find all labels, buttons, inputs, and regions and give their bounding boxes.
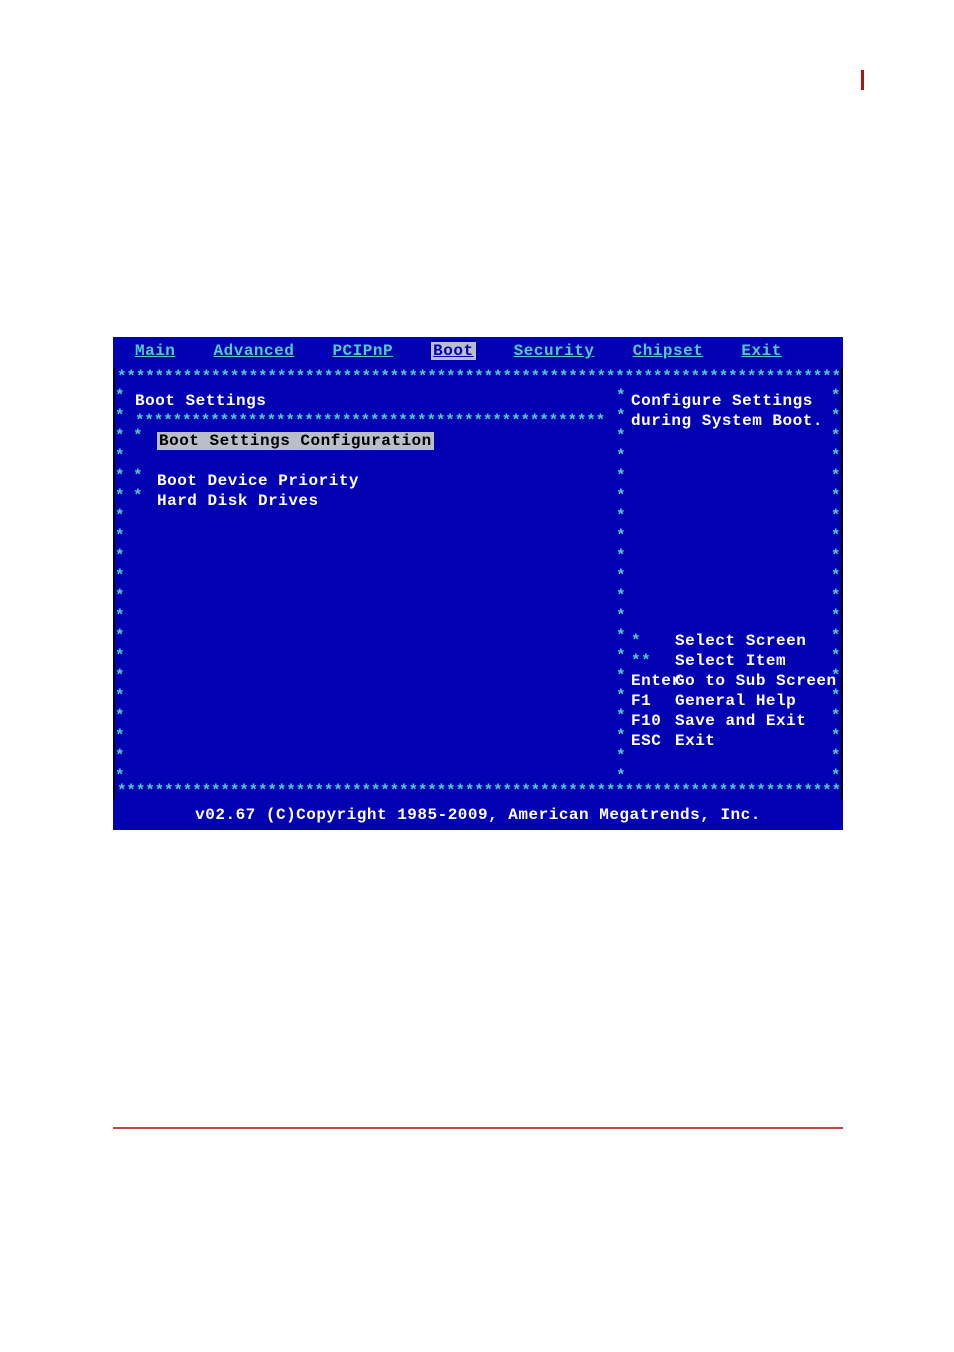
key-save-exit: Save and Exit <box>675 712 806 730</box>
menu-pcipnp[interactable]: PCIPnP <box>332 342 393 360</box>
border-stars-divider: ******************** <box>613 386 629 782</box>
menu-exit[interactable]: Exit <box>741 342 781 360</box>
key-general-help: General Help <box>675 692 796 710</box>
left-panel: ******************** *** Boot Settings *… <box>113 386 623 788</box>
menu-advanced[interactable]: Advanced <box>214 342 295 360</box>
page-divider <box>113 1127 843 1129</box>
key-esc: ESC <box>631 732 675 750</box>
key-f10: F10 <box>631 712 675 730</box>
panel-title-underline: ****************************************… <box>135 412 623 432</box>
border-stars-right: ******************** <box>831 386 841 788</box>
menu-boot[interactable]: Boot <box>431 342 475 360</box>
border-stars-inner: *** <box>133 426 143 500</box>
bios-body: ******************** *** Boot Settings *… <box>113 386 843 782</box>
bios-footer: v02.67 (C)Copyright 1985-2009, American … <box>113 800 843 830</box>
item-boot-device-priority[interactable]: Boot Device Priority <box>157 472 359 490</box>
copyright: v02.67 (C)Copyright 1985-2009, American … <box>195 806 761 824</box>
bios-menubar: Main Advanced PCIPnP Boot Security Chips… <box>113 337 843 368</box>
key-select-screen: Select Screen <box>675 632 806 650</box>
border-stars-top: ****************************************… <box>113 368 843 386</box>
key-arrows-h: * <box>631 632 675 650</box>
page: Main Advanced PCIPnP Boot Security Chips… <box>0 0 954 1352</box>
item-boot-settings-config[interactable]: Boot Settings Configuration <box>157 432 434 450</box>
key-exit: Exit <box>675 732 715 750</box>
menu-security[interactable]: Security <box>514 342 595 360</box>
right-panel: ******************** Configure Settings … <box>631 386 843 788</box>
key-f1: F1 <box>631 692 675 710</box>
menu-chipset[interactable]: Chipset <box>633 342 704 360</box>
menu-main[interactable]: Main <box>135 342 175 360</box>
text-caret <box>861 70 864 90</box>
bios-screen: Main Advanced PCIPnP Boot Security Chips… <box>113 337 843 824</box>
help-line-2: during System Boot. <box>631 412 823 430</box>
border-stars-left: ******************** <box>115 386 125 788</box>
help-line-1: Configure Settings <box>631 392 813 410</box>
key-sub-screen: Go to Sub Screen <box>675 672 837 690</box>
panel-title: Boot Settings <box>135 392 266 410</box>
key-arrows-v: ** <box>631 652 675 670</box>
item-hard-disk-drives[interactable]: Hard Disk Drives <box>157 492 319 510</box>
key-enter: Enter <box>631 672 675 690</box>
key-select-item: Select Item <box>675 652 786 670</box>
